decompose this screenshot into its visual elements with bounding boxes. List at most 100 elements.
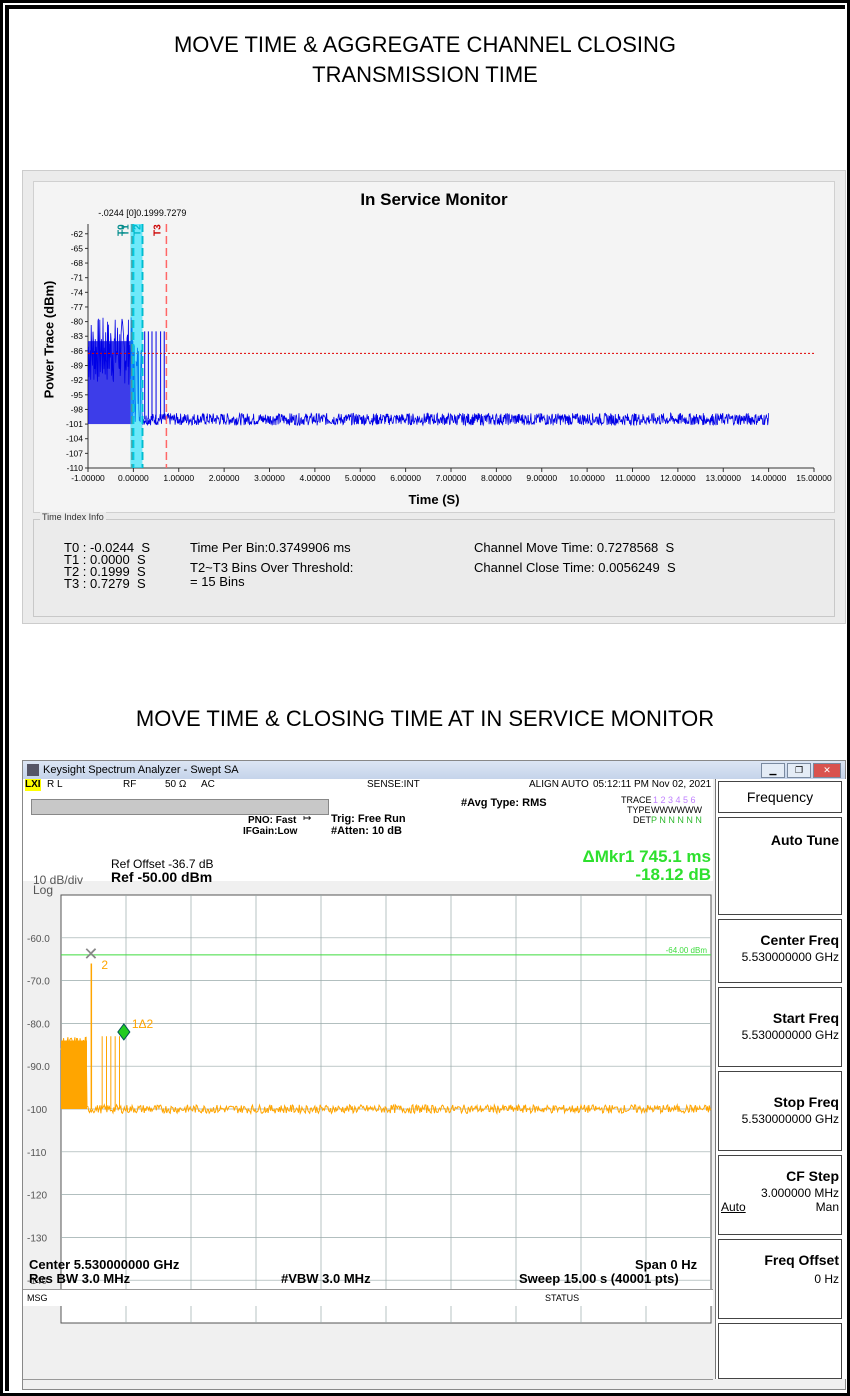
x-tick-label: 13.00000 <box>706 473 742 483</box>
frequency-menu-title: Frequency <box>718 781 842 813</box>
center-freq-readout: Center 5.530000000 GHz <box>29 1257 180 1272</box>
bins-over-threshold: T2~T3 Bins Over Threshold: <box>190 560 354 575</box>
delta-marker-db: -18.12 dB <box>635 865 711 884</box>
y-tick-label: -62 <box>71 229 84 239</box>
y-tick-label: -68 <box>71 258 84 268</box>
cf-step-auto[interactable]: Auto <box>721 1200 746 1214</box>
pno-label: PNO: Fast <box>248 815 297 826</box>
stop-freq-softkey[interactable]: Stop Freq 5.530000000 GHz <box>718 1071 842 1151</box>
y-tick-label: -120 <box>27 1191 47 1202</box>
x-tick-label: 8.00000 <box>481 473 512 483</box>
x-tick-label: 10.00000 <box>569 473 605 483</box>
message-status-bar: MSG STATUS <box>23 1289 713 1306</box>
y-tick-label: -89 <box>71 361 84 371</box>
time-marker-label: T1 <box>120 224 131 236</box>
impedance-label: 50 Ω <box>165 779 187 790</box>
y-tick-label: -100 <box>27 1105 47 1116</box>
status-label: STATUS <box>545 1293 580 1303</box>
y-tick-label: -70.0 <box>27 977 50 988</box>
x-tick-label: 5.00000 <box>345 473 376 483</box>
align-label: ALIGN AUTO <box>529 779 589 790</box>
x-tick-label: 15.00000 <box>796 473 832 483</box>
x-tick-label: -1.00000 <box>71 473 105 483</box>
power-trace-series <box>87 317 769 427</box>
x-tick-label: 11.00000 <box>615 473 650 483</box>
y-tick-label: -83 <box>71 331 84 341</box>
freq-offset-softkey[interactable]: Freq Offset 0 Hz <box>718 1239 842 1319</box>
ism-plot: -1.00000 0.00000 1.00000 2.00000 3.00000 4.00… <box>66 208 832 483</box>
in-service-monitor-panel: In Service Monitor Power Trace (dBm) Tim… <box>22 170 846 624</box>
time-index-info-legend: Time Index Info <box>40 512 106 522</box>
y-tick-label: -107 <box>66 448 83 458</box>
minimize-icon[interactable]: ▁ <box>761 763 785 778</box>
t3-value: T3 : 0.7279 S <box>64 576 146 591</box>
window-titlebar: Keysight Spectrum Analyzer - Swept SA ▁ … <box>23 761 845 779</box>
y-tick-label: -74 <box>71 287 84 297</box>
coupling-label: AC <box>201 779 215 790</box>
channel-close-time: Channel Close Time: 0.0056249 S <box>474 560 676 575</box>
timestamp: 05:12:11 PM Nov 02, 2021 <box>593 779 712 790</box>
time-marker-label: T3 <box>152 224 163 236</box>
y-tick-label: -60.0 <box>27 934 50 945</box>
lxi-icon: LXI <box>25 779 41 791</box>
window-title: Keysight Spectrum Analyzer - Swept SA <box>43 764 239 776</box>
y-tick-label: -77 <box>71 302 84 312</box>
sense-label: SENSE:INT <box>367 779 420 790</box>
y-tick-label: -130 <box>27 1233 47 1244</box>
y-tick-label: -80 <box>71 317 84 327</box>
rf-label: RF <box>123 779 137 790</box>
y-tick-label: -86 <box>71 346 84 356</box>
atten-label: #Atten: 10 dB <box>331 825 402 837</box>
y-tick-label: -80.0 <box>27 1019 50 1030</box>
time-index-info: Time Index Info T0 : -0.0244 S T1 : 0.00… <box>33 512 835 617</box>
bottom-section-title: MOVE TIME & CLOSING TIME AT IN SERVICE M… <box>135 706 715 731</box>
span-readout: Span 0 Hz <box>635 1257 698 1272</box>
det-value: P N N N N N <box>651 815 702 825</box>
channel-move-time: Channel Move Time: 0.7278568 S <box>474 540 675 555</box>
det-label: DET <box>633 815 651 825</box>
ifgain-label: IFGain:Low <box>243 826 298 837</box>
app-icon <box>27 764 39 776</box>
delta-marker-readout: ΔMkr1 745.1 ms <box>582 847 711 866</box>
y-tick-label: -110 <box>27 1148 47 1159</box>
y-tick-label: -98 <box>71 404 84 414</box>
display-line-label: -64.00 dBm <box>666 946 708 955</box>
y-tick-label: -92 <box>71 375 84 385</box>
rbw-readout: Res BW 3.0 MHz <box>29 1271 131 1286</box>
x-tick-label: 14.00000 <box>751 473 787 483</box>
blank-softkey[interactable] <box>718 1323 842 1379</box>
auto-tune-softkey[interactable]: Auto Tune <box>718 817 842 915</box>
restore-icon[interactable]: ❐ <box>787 763 811 778</box>
x-tick-label: 9.00000 <box>526 473 557 483</box>
cf-step-man[interactable]: Man <box>816 1200 839 1214</box>
type-label: TYPE <box>627 805 651 815</box>
x-tick-label: 0.00000 <box>118 473 149 483</box>
x-tick-label: 1.00000 <box>163 473 194 483</box>
y-tick-label: -110 <box>67 463 84 473</box>
x-tick-label: 7.00000 <box>436 473 467 483</box>
x-tick-label: 3.00000 <box>254 473 285 483</box>
highlight-band <box>130 224 143 468</box>
y-tick-label: -104 <box>66 434 83 444</box>
vbw-readout: #VBW 3.0 MHz <box>281 1271 371 1286</box>
y-tick-label: -90.0 <box>27 1062 50 1073</box>
marker-1-label: 1Δ2 <box>132 1017 154 1031</box>
top-section-title: MOVE TIME & AGGREGATE CHANNEL CLOSING TR… <box>173 32 677 87</box>
y-tick-label: -101 <box>66 419 83 429</box>
close-icon[interactable]: ✕ <box>813 763 841 778</box>
measurement-header: PNO: Fast IFGain:Low ↦ Trig: Free Run #A… <box>23 791 713 897</box>
y-tick-label: -71 <box>71 273 84 283</box>
y-tick-label: -65 <box>71 243 84 253</box>
sweep-readout: Sweep 15.00 s (40001 pts) <box>519 1271 679 1286</box>
x-tick-label: 12.00000 <box>660 473 696 483</box>
window-controls: ▁ ❐ ✕ <box>761 763 841 778</box>
bins-count: = 15 Bins <box>190 574 245 589</box>
spectrum-plot[interactable]: -60.0-70.0-80.0-90.0-100-110-120-130-140… <box>23 883 713 1383</box>
marker-2-icon: ✕ <box>83 944 98 964</box>
ism-chart: In Service Monitor Power Trace (dBm) Tim… <box>33 181 835 513</box>
cf-step-softkey[interactable]: CF Step 3.000000 MHz Auto Man <box>718 1155 842 1235</box>
softkey-panel: Frequency Auto Tune Center Freq 5.530000… <box>715 779 846 1379</box>
center-freq-softkey[interactable]: Center Freq 5.530000000 GHz <box>718 919 842 983</box>
start-freq-softkey[interactable]: Start Freq 5.530000000 GHz <box>718 987 842 1067</box>
trigger-arrow-icon: ↦ <box>303 813 312 824</box>
